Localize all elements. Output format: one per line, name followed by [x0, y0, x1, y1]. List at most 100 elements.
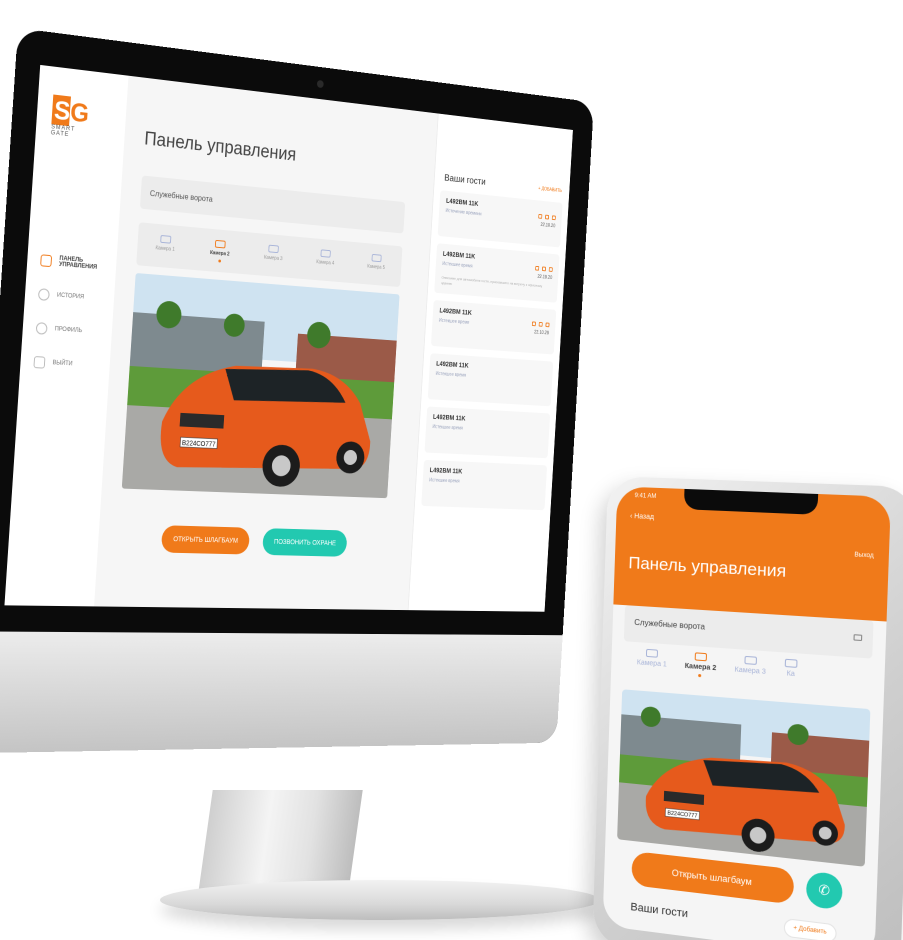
call-button[interactable]: ✆	[805, 870, 843, 911]
iphone-mockup: 9:41 AM ‹ Назад Выход Панель управления …	[592, 476, 903, 940]
sidebar-item-profile[interactable]: ПРОФИЛЬ	[35, 311, 111, 350]
sidebar-item-label: ВЫЙТИ	[52, 360, 73, 368]
tab-label: Камера 3	[734, 666, 766, 676]
phone-icon: ✆	[818, 881, 831, 899]
camera-icon	[214, 239, 226, 249]
camera-icon	[784, 658, 798, 668]
tab-label: Камера 3	[263, 254, 283, 262]
sidebar-item-label: ИСТОРИЯ	[56, 292, 85, 301]
tab-label: Камера 2	[209, 249, 230, 258]
tab-indicator	[271, 264, 274, 267]
monitor-stand-base	[160, 880, 600, 920]
logo-mark-g: G	[69, 96, 89, 129]
mobile-camera-feed: В224СО777	[617, 689, 871, 867]
car-photo: В224СО777	[617, 689, 871, 867]
tab-camera-1[interactable]: Камера 1	[636, 648, 667, 691]
open-barrier-button[interactable]: Открыть шлагбаум	[631, 850, 795, 905]
delete-icon[interactable]	[551, 215, 556, 221]
license-plate-text: В224СО777	[182, 440, 216, 448]
gate-selector-label: Служебные ворота	[634, 617, 706, 632]
tab-label: Камера 2	[684, 662, 717, 673]
guest-status: Истекшее время	[432, 424, 463, 432]
delete-icon[interactable]	[548, 267, 553, 272]
edit-icon[interactable]	[535, 265, 540, 271]
camera-icon	[268, 244, 280, 253]
dashboard-icon	[40, 254, 53, 268]
status-time: 9:41 AM	[634, 493, 657, 500]
logout-button[interactable]: Выход	[854, 552, 874, 559]
guest-status: Истекшее время	[429, 477, 460, 485]
tab-camera-3[interactable]: Камера 3	[734, 655, 767, 698]
open-gate-button[interactable]: ОТКРЫТЬ ШЛАГБАУМ	[160, 525, 251, 555]
tab-indicator	[748, 678, 751, 681]
guests-panel: Ваши гости + ДОБАВИТЬ L492BM 11K Истечен…	[407, 113, 573, 612]
action-buttons: ОТКРЫТЬ ШЛАГБАУМ ПОЗВОНИТЬ ОХРАНЕ	[160, 525, 348, 557]
camera-feed: В224СО777	[121, 273, 400, 499]
main-panel: Панель управления Служебные ворота Камер…	[94, 76, 433, 610]
tab-indicator	[374, 272, 377, 275]
guest-card[interactable]: L492BM 11K Истекшее время	[421, 459, 548, 511]
tab-indicator	[650, 670, 653, 673]
delete-icon[interactable]	[545, 322, 550, 328]
tab-camera-4[interactable]: Камера 4	[316, 248, 335, 272]
sidebar-item-dashboard[interactable]: ПАНЕЛЬ УПРАВЛЕНИЯ	[39, 243, 115, 283]
tab-camera-4[interactable]: Ка	[784, 658, 798, 701]
edit-icon[interactable]	[531, 321, 536, 327]
add-guest-button[interactable]: + ДОБАВИТЬ	[538, 186, 562, 194]
share-icon[interactable]	[545, 214, 550, 220]
monitor: SG SMART GATE ПАНЕЛЬ УПРАВЛЕНИЯ ИСТОРИЯ …	[0, 28, 594, 754]
camera-icon	[160, 234, 172, 244]
camera-icon	[371, 253, 382, 262]
tab-camera-1[interactable]: Камера 1	[155, 234, 176, 258]
sidebar-item-label: ПАНЕЛЬ УПРАВЛЕНИЯ	[58, 255, 98, 271]
back-button[interactable]: ‹ Назад	[630, 513, 654, 521]
share-icon[interactable]	[541, 266, 547, 272]
chevron-down-icon	[853, 634, 863, 642]
guest-card[interactable]: L492BM 11K Истекшее время	[427, 353, 554, 407]
tab-camera-3[interactable]: Камера 3	[264, 244, 284, 267]
tab-label: Камера 1	[155, 244, 175, 253]
sidebar-item-logout[interactable]: ВЫЙТИ	[33, 345, 109, 383]
tab-indicator	[163, 254, 166, 257]
logo-mark: SG	[51, 94, 96, 129]
tab-indicator	[789, 681, 792, 684]
tab-indicator	[217, 258, 221, 263]
edit-icon[interactable]	[538, 213, 543, 219]
tab-indicator	[323, 268, 326, 271]
camera-icon	[646, 648, 659, 658]
building-left	[129, 312, 265, 375]
history-icon	[37, 288, 50, 301]
tab-label: Камера 4	[316, 258, 335, 267]
add-guest-button[interactable]: + Добавить	[783, 917, 837, 940]
tab-indicator	[698, 673, 702, 678]
car-grille	[179, 412, 225, 429]
guests-header: Ваши гости + ДОБАВИТЬ	[434, 114, 573, 204]
sidebar-item-history[interactable]: ИСТОРИЯ	[37, 277, 113, 316]
sidebar-item-label: ПРОФИЛЬ	[54, 326, 83, 335]
tab-camera-2[interactable]: Камера 2	[684, 652, 717, 695]
camera-icon	[320, 248, 332, 258]
smart-gate-logo: SG SMART GATE	[50, 94, 96, 140]
page-title: Панель управления	[143, 128, 297, 166]
car-photo: В224СО777	[121, 273, 400, 499]
share-icon[interactable]	[538, 321, 543, 327]
logo-text: SMART GATE	[50, 124, 76, 139]
call-security-button[interactable]: ПОЗВОНИТЬ ОХРАНЕ	[262, 528, 348, 557]
user-icon	[35, 322, 48, 335]
mobile-guests-title: Ваши гости	[630, 901, 689, 921]
desktop-screen: SG SMART GATE ПАНЕЛЬ УПРАВЛЕНИЯ ИСТОРИЯ …	[4, 64, 573, 612]
sidebar-nav: ПАНЕЛЬ УПРАВЛЕНИЯ ИСТОРИЯ ПРОФИЛЬ ВЫЙТИ	[33, 243, 116, 383]
guest-card[interactable]: L492BM 11K Истекшее время 22.10.20 Описа…	[434, 243, 560, 303]
gate-selector[interactable]: Служебные ворота	[139, 175, 406, 234]
monitor-chin	[0, 631, 563, 754]
camera-icon	[744, 655, 757, 665]
logout-icon	[33, 356, 46, 369]
tab-label: Камера 1	[636, 659, 667, 669]
tab-label: Камера 5	[367, 263, 386, 271]
tab-camera-2[interactable]: Камера 2	[210, 239, 231, 263]
guests-title: Ваши гости	[444, 173, 486, 188]
guest-card[interactable]: L492BM 11K Истекшее время	[424, 406, 551, 459]
guest-card[interactable]: L492BM 11K Истекшее время 22.10.20	[430, 299, 557, 355]
camera-icon	[694, 652, 708, 662]
tab-camera-5[interactable]: Камера 5	[367, 253, 386, 276]
